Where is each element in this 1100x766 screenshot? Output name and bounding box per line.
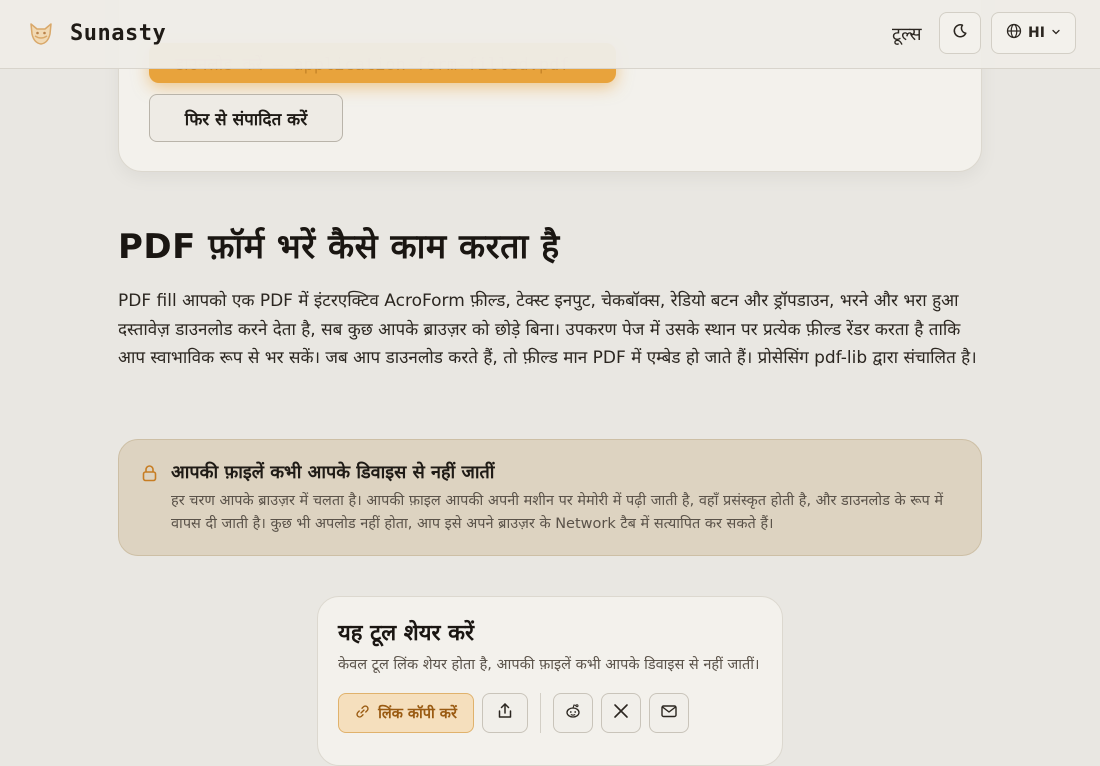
- edit-again-button[interactable]: फिर से संपादित करें: [149, 94, 343, 142]
- brand[interactable]: Sunasty: [26, 18, 166, 48]
- mail-icon: [660, 703, 678, 723]
- share-card: यह टूल शेयर करें केवल टूल लिंक शेयर होता…: [317, 596, 783, 766]
- share-email-button[interactable]: [649, 693, 689, 733]
- language-selector[interactable]: HI: [991, 12, 1076, 54]
- copy-link-label: लिंक कॉपी करें: [378, 706, 457, 722]
- globe-icon: [1006, 23, 1022, 43]
- x-icon: [613, 703, 629, 723]
- privacy-title: आपकी फ़ाइलें कभी आपके डिवाइस से नहीं जात…: [171, 462, 495, 483]
- nav-tools-link[interactable]: टूल्स: [882, 20, 932, 48]
- fox-logo-icon: [26, 18, 56, 48]
- privacy-notice: आपकी फ़ाइलें कभी आपके डिवाइस से नहीं जात…: [118, 439, 982, 556]
- share-icon: [496, 702, 514, 724]
- how-it-works-title: PDF फ़ॉर्म भरें कैसे काम करता है: [118, 227, 560, 267]
- how-it-works-body: PDF fill आपको एक PDF में इंटरएक्टिव Acro…: [118, 291, 977, 368]
- brand-name: Sunasty: [70, 20, 167, 46]
- top-header: Sunasty टूल्स HI: [0, 0, 1100, 69]
- lock-icon: [141, 464, 158, 486]
- link-icon: [355, 704, 370, 723]
- language-code: HI: [1028, 25, 1045, 41]
- copy-link-button[interactable]: लिंक कॉपी करें: [338, 693, 474, 733]
- moon-icon: [952, 23, 968, 43]
- share-x-button[interactable]: [601, 693, 641, 733]
- native-share-button[interactable]: [482, 693, 528, 733]
- share-title: यह टूल शेयर करें: [338, 621, 475, 646]
- share-divider: [540, 693, 541, 733]
- chevron-down-icon: [1051, 25, 1061, 41]
- share-reddit-button[interactable]: [553, 693, 593, 733]
- privacy-text: हर चरण आपके ब्राउज़र में चलता है। आपकी फ…: [171, 493, 944, 532]
- theme-toggle-button[interactable]: [939, 12, 981, 54]
- reddit-icon: [565, 703, 581, 723]
- share-subtitle: केवल टूल लिंक शेयर होता है, आपकी फ़ाइलें…: [338, 657, 760, 673]
